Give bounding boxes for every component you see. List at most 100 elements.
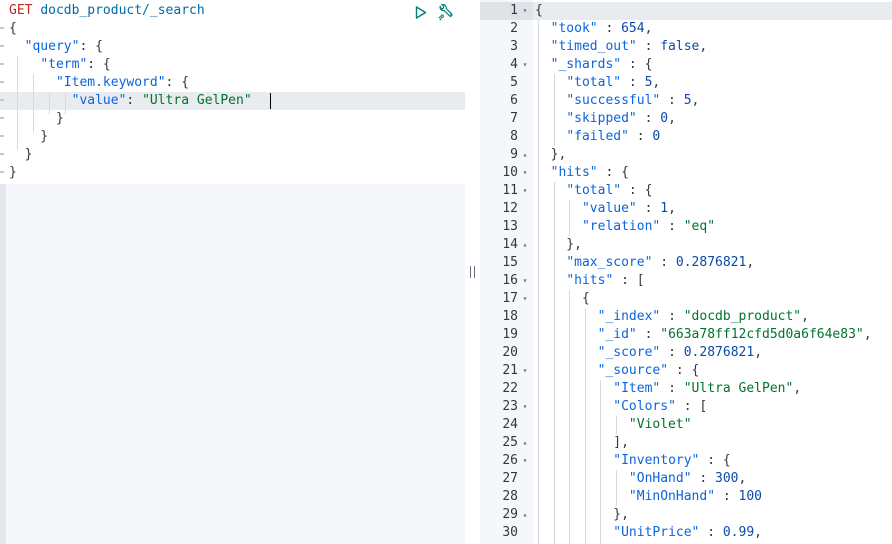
response-viewer[interactable]: 1 ▾{2 "took" : 654, 3 "timed_out" : false,… (480, 0, 892, 544)
code-token: : { (87, 57, 111, 72)
fold-marker (0, 135, 4, 137)
fold-end-icon[interactable]: ▴ (520, 434, 530, 452)
code-token: , (754, 525, 762, 540)
code-token: , (746, 255, 755, 270)
code-token: "Ultra GelPen" (142, 93, 252, 108)
line-number: 21 (502, 363, 518, 378)
code-token: "Item.keyword" (55, 75, 166, 90)
code-token: : (636, 111, 661, 126)
line-number: 5 (510, 75, 518, 90)
fold-end-icon[interactable]: ▴ (520, 146, 530, 164)
request-line-text: } (9, 164, 17, 182)
code-token: "Colors" (613, 399, 676, 414)
code-token: "eq" (683, 219, 716, 234)
code-token: 1 (660, 201, 669, 216)
fold-collapse-icon[interactable]: ▾ (520, 362, 530, 380)
text-cursor (270, 93, 271, 109)
line-number: 2 (510, 21, 518, 36)
code-token: "total" (566, 75, 622, 90)
code-token: "_source" (597, 363, 669, 378)
code-token: : (660, 93, 684, 108)
code-token: , (691, 93, 700, 108)
request-code-line[interactable]: "term": { (0, 56, 465, 74)
code-token: "_score" (597, 345, 661, 360)
request-code-area[interactable]: GET docdb_product/_search { "query": { "… (0, 0, 465, 184)
response-code-line: "successful" : 5, (535, 92, 699, 110)
code-token: "total" (566, 183, 622, 198)
line-number: 28 (502, 489, 518, 504)
line-number: 20 (502, 345, 518, 360)
indent-guide (554, 182, 555, 544)
request-code-line[interactable]: } (0, 164, 465, 182)
code-token: : (636, 39, 661, 54)
code-token: , (668, 111, 676, 126)
code-token: } (9, 147, 33, 162)
code-token: "hits" (550, 165, 598, 180)
fold-collapse-icon[interactable]: ▾ (520, 272, 530, 290)
request-line-text: "Item.keyword": { (9, 74, 189, 92)
fold-end-icon[interactable]: ▴ (520, 236, 530, 254)
request-line[interactable]: GET docdb_product/_search (0, 2, 465, 20)
request-code-line[interactable]: } (0, 146, 465, 164)
fold-collapse-icon[interactable]: ▾ (520, 182, 530, 200)
response-code-line: ], (535, 434, 629, 452)
fold-collapse-icon[interactable]: ▾ (520, 164, 530, 182)
fold-collapse-icon[interactable]: ▾ (520, 452, 530, 470)
fold-collapse-icon[interactable]: ▾ (520, 56, 530, 74)
response-code-line: "_source" : { (535, 362, 700, 380)
code-token: "663a78ff12cfd5d0a6f64e83" (660, 327, 864, 342)
response-code-line: "Colors" : [ (535, 398, 707, 416)
fold-collapse-icon[interactable]: ▾ (520, 2, 530, 20)
request-code-line[interactable]: "query": { (0, 38, 465, 56)
code-token: "Ultra GelPen" (683, 381, 794, 396)
fold-collapse-icon[interactable]: ▾ (520, 398, 530, 416)
play-triangle-icon (415, 5, 427, 19)
code-token: "value" (71, 93, 127, 108)
indent-guide (49, 92, 50, 114)
line-number: 18 (502, 309, 518, 324)
code-token: "_shards" (550, 57, 622, 72)
request-code-line[interactable]: { (0, 20, 465, 38)
indent-guide (65, 92, 66, 114)
code-token: : (660, 309, 684, 324)
response-code-line: "skipped" : 0, (535, 110, 676, 128)
code-token: , (738, 471, 747, 486)
response-code-line: "Inventory" : { (535, 452, 730, 470)
code-token: : (652, 255, 676, 270)
fold-collapse-icon[interactable]: ▾ (520, 290, 530, 308)
fold-marker (0, 117, 4, 119)
response-code-line: }, (535, 236, 582, 254)
request-settings-button[interactable] (436, 3, 454, 21)
code-token: , (668, 201, 676, 216)
response-code-line: "hits" : [ (535, 272, 644, 290)
request-code-line[interactable]: "Item.keyword": { (0, 74, 465, 92)
indent-guide (569, 200, 570, 236)
response-code-line: "Violet" (535, 416, 692, 434)
request-code-line[interactable]: } (0, 128, 465, 146)
code-token: : { (165, 75, 190, 90)
code-token: "took" (550, 21, 598, 36)
code-token: }, (535, 147, 567, 162)
request-code-line[interactable]: "value": "Ultra GelPen" (0, 92, 465, 110)
request-editor[interactable]: GET docdb_product/_search { "query": { "… (0, 0, 465, 544)
run-request-button[interactable] (412, 3, 430, 21)
fold-end-icon[interactable]: ▴ (520, 506, 530, 524)
pane-resizer-handle[interactable] (465, 0, 480, 544)
code-token: 300 (715, 471, 739, 486)
line-number: 19 (502, 327, 518, 342)
code-token: : (636, 327, 661, 342)
line-number: 4 (510, 57, 518, 72)
code-token: : { (621, 57, 653, 72)
code-token: "skipped" (566, 111, 637, 126)
line-number: 25 (502, 435, 518, 450)
request-code-line[interactable]: } (0, 110, 465, 128)
